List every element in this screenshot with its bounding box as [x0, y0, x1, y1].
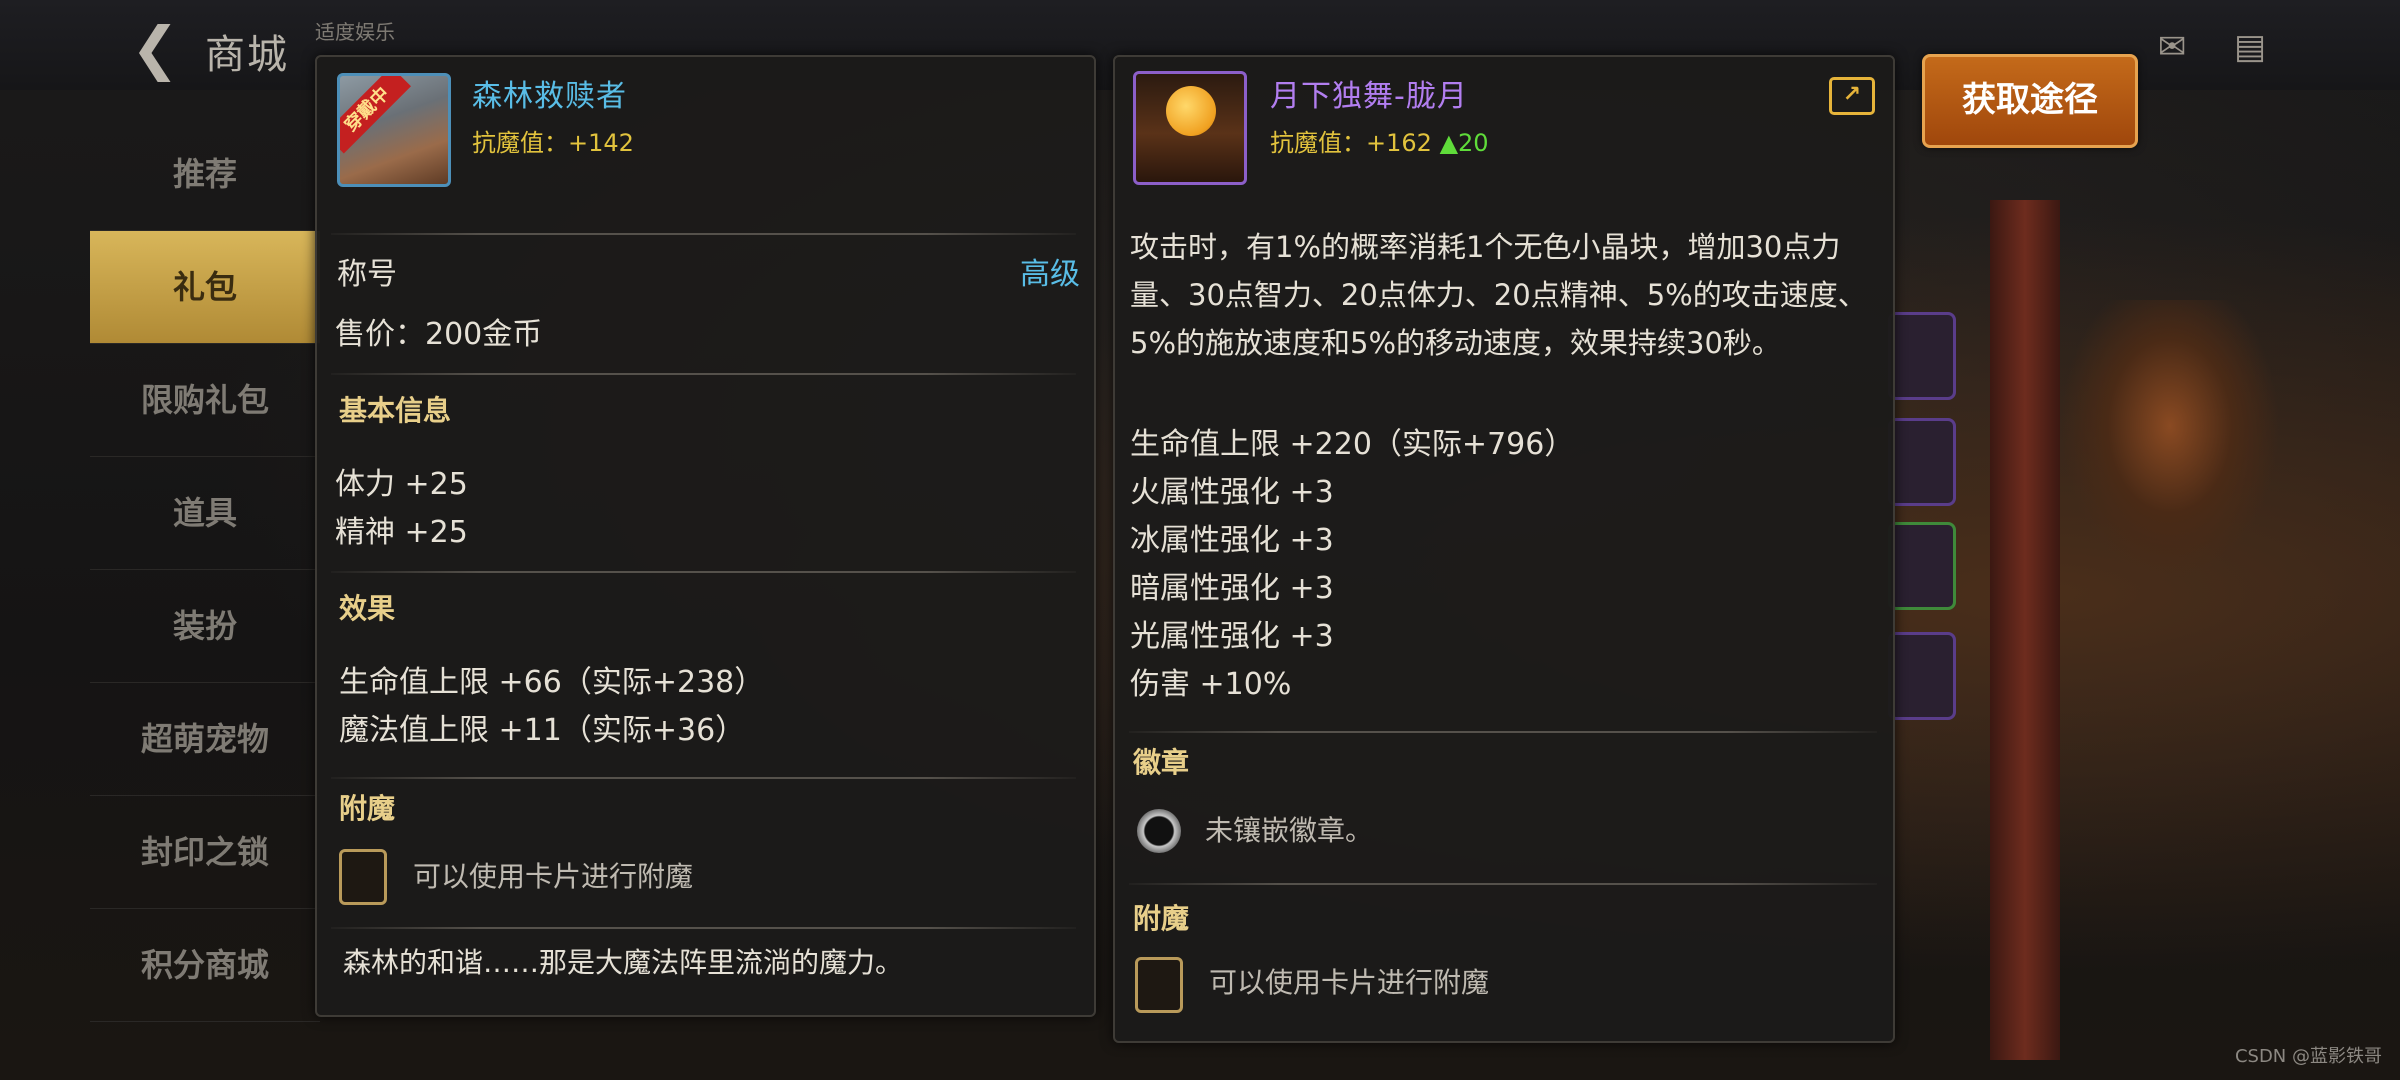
enchant-card-slot[interactable]	[339, 849, 387, 905]
enchant-title: 附魔	[1133, 902, 1190, 935]
chat-icon[interactable]: ▤	[2226, 28, 2274, 66]
side-item-slot[interactable]	[1888, 418, 1956, 506]
basic-stat-stamina: 体力 +25	[335, 467, 468, 502]
anti-magic-value: 抗魔值：+162	[1270, 129, 1432, 157]
effect-hp: 生命值上限 +66（实际+238）	[339, 665, 765, 700]
stat-fire: 火属性强化 +3	[1130, 475, 1334, 510]
enchant-hint: 可以使用卡片进行附魔	[1209, 966, 1490, 999]
anti-magic-stat: 抗魔值：+162 ▲20	[1270, 123, 1489, 158]
moon-graphic	[1166, 86, 1216, 136]
emblem-socket-icon	[1137, 809, 1181, 853]
effect-mp: 魔法值上限 +11（实际+36）	[339, 713, 746, 748]
emblem-hint: 未镶嵌徽章。	[1205, 814, 1374, 847]
enchant-title: 附魔	[339, 792, 396, 825]
sidebar-item-points-shop[interactable]: 积分商城	[90, 909, 320, 1022]
item-price: 售价：200金币	[335, 317, 543, 352]
obtain-method-button[interactable]: 获取途径	[1922, 54, 2138, 148]
flavor-text: 森林的和谐……那是大魔法阵里流淌的魔力。	[343, 946, 904, 979]
effect-title: 效果	[339, 592, 396, 625]
stat-hp: 生命值上限 +220（实际+796）	[1130, 427, 1575, 462]
divider	[331, 927, 1076, 929]
background-chest	[2060, 300, 2280, 580]
background-pillar	[1990, 200, 2060, 1060]
compared-item-tooltip: 月下独舞-胧月 ↗ 抗魔值：+162 ▲20 攻击时，有1%的概率消耗1个无色小…	[1113, 55, 1895, 1043]
sidebar-item-recommend[interactable]: 推荐	[90, 118, 320, 231]
enchant-hint: 可以使用卡片进行附魔	[413, 860, 694, 893]
divider	[331, 373, 1076, 375]
page-title: 商城	[205, 32, 289, 78]
equipped-item-tooltip: 穿戴中 森林救赎者 抗魔值：+142 称号 高级 售价：200金币 基本信息 体…	[315, 55, 1096, 1017]
side-item-slot[interactable]	[1888, 632, 1956, 720]
basic-stat-spirit: 精神 +25	[335, 515, 468, 550]
watermark: CSDN @蓝影铁哥	[2234, 1046, 2382, 1067]
sidebar-item-pets[interactable]: 超萌宠物	[90, 683, 320, 796]
sidebar-item-items[interactable]: 道具	[90, 457, 320, 570]
divider	[331, 777, 1076, 779]
emblem-title: 徽章	[1133, 746, 1190, 779]
sidebar-item-limited-pack[interactable]: 限购礼包	[90, 344, 320, 457]
sidebar: 推荐 礼包 限购礼包 道具 装扮 超萌宠物 封印之锁 积分商城	[90, 118, 320, 1022]
anti-magic-stat: 抗魔值：+142	[472, 129, 634, 157]
stat-increase: ▲20	[1439, 129, 1489, 157]
mail-icon[interactable]: ✉	[2148, 28, 2196, 66]
share-icon[interactable]: ↗	[1829, 77, 1875, 115]
item-type: 称号	[337, 257, 397, 292]
item-icon-forest-redeemer: 穿戴中	[337, 73, 451, 187]
divider	[331, 571, 1076, 573]
basic-info-title: 基本信息	[339, 394, 452, 427]
side-item-slot[interactable]	[1888, 522, 1956, 610]
divider	[331, 233, 1076, 235]
age-hint: 适度娱乐	[315, 20, 395, 44]
item-name: 森林救赎者	[472, 79, 627, 114]
side-item-slot[interactable]	[1888, 312, 1956, 400]
item-description: 攻击时，有1%的概率消耗1个无色小晶块，增加30点力量、30点智力、20点体力、…	[1130, 230, 1867, 360]
item-grade: 高级	[1020, 257, 1080, 292]
item-name: 月下独舞-胧月	[1270, 79, 1468, 114]
enchant-card-slot[interactable]	[1135, 957, 1183, 1013]
item-icon-moon-dance	[1133, 71, 1247, 185]
stat-dark: 暗属性强化 +3	[1130, 571, 1334, 606]
sidebar-item-gift-pack[interactable]: 礼包	[90, 231, 320, 344]
divider	[1129, 731, 1877, 733]
stat-light: 光属性强化 +3	[1130, 619, 1334, 654]
back-arrow-icon[interactable]: ❮	[120, 18, 190, 78]
divider	[1129, 883, 1877, 885]
equipped-badge: 穿戴中	[340, 76, 411, 154]
sidebar-item-seal-lock[interactable]: 封印之锁	[90, 796, 320, 909]
stat-ice: 冰属性强化 +3	[1130, 523, 1334, 558]
sidebar-item-costume[interactable]: 装扮	[90, 570, 320, 683]
stat-damage: 伤害 +10%	[1130, 667, 1292, 702]
